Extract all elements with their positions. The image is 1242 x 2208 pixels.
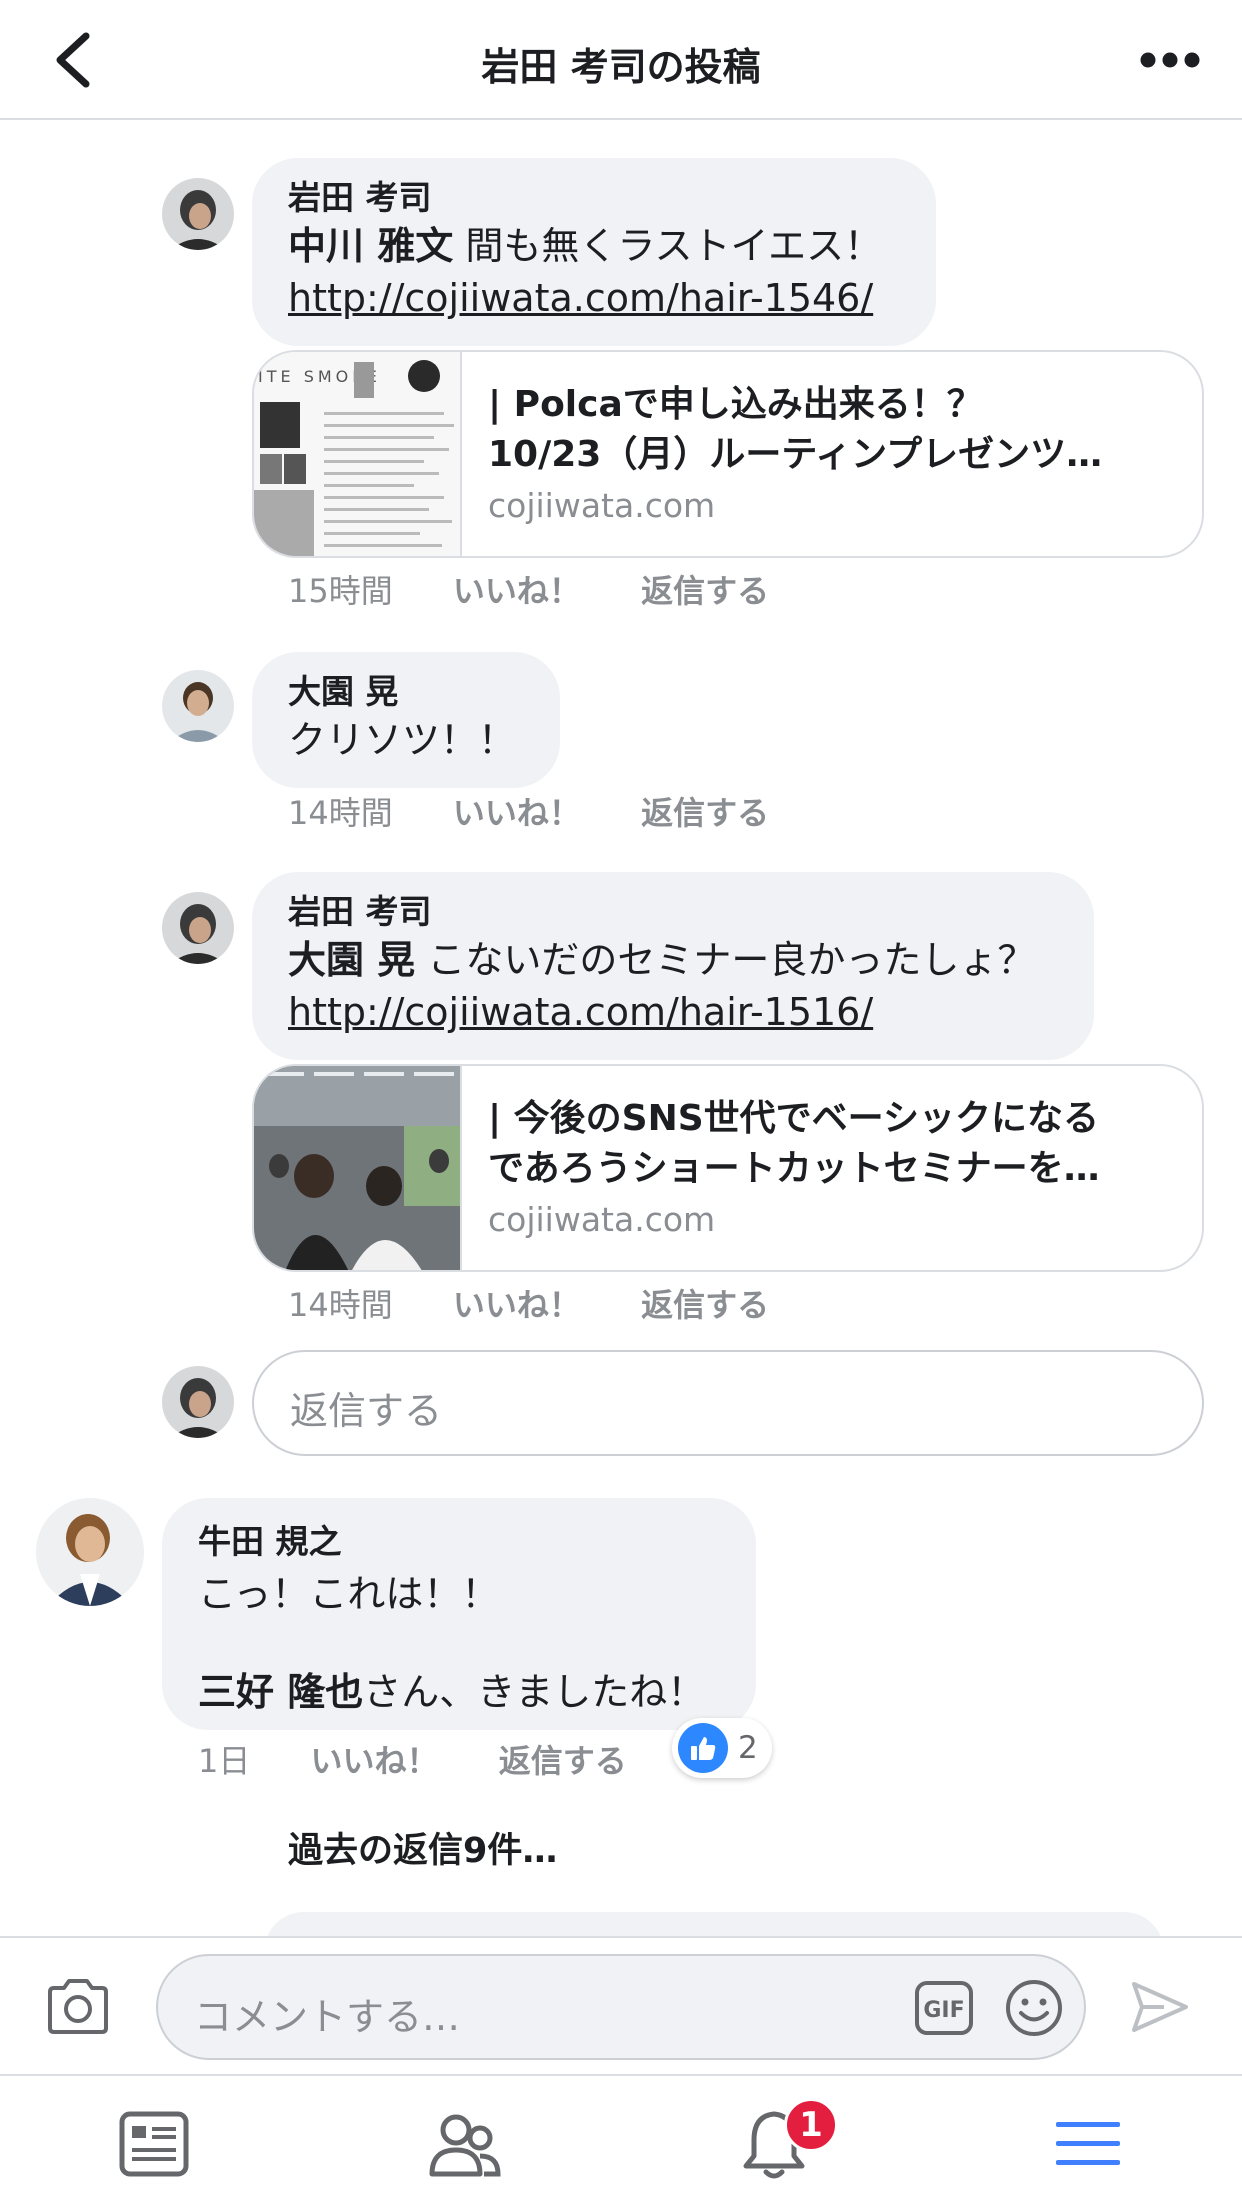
reply-url-link[interactable]: http://cojiiwata.com/hair-1516/	[288, 986, 1058, 1038]
reply-button[interactable]: 返信する	[499, 1736, 627, 1782]
timestamp: 14時間	[288, 794, 393, 832]
news-feed-tab-icon[interactable]	[114, 2104, 194, 2184]
reply-button[interactable]: 返信する	[641, 1280, 769, 1326]
comment-author[interactable]: 牛田 規之	[198, 1520, 720, 1564]
reply-author[interactable]: 岩田 考司	[288, 890, 1058, 934]
current-user-avatar	[162, 1366, 234, 1438]
like-button[interactable]: いいね！	[311, 1736, 439, 1782]
like-button[interactable]: いいね！	[453, 788, 581, 834]
reply-url-link[interactable]: http://cojiiwata.com/hair-1546/	[288, 272, 900, 324]
reply-text: 大園 晃 こないだのセミナー良かったしょ？	[288, 934, 1058, 986]
thumbs-up-icon	[678, 1723, 728, 1773]
timestamp: 14時間	[288, 1286, 393, 1324]
comment-line: 三好 隆也さん、きましたね！	[198, 1666, 720, 1718]
reply-body: クリソツ！！	[288, 718, 517, 762]
comment-thread: 岩田 考司 中川 雅文 間も無くラストイエス！ http://cojiiwata…	[0, 122, 1242, 1938]
emoji-icon[interactable]	[1004, 1978, 1064, 2038]
notification-badge: 1	[784, 2098, 838, 2152]
link-title: | Polcaで申し込み出来る！？ 10/23（月）ルーティンプレゼンツ…	[488, 380, 1162, 480]
gif-label: GIF	[923, 1998, 964, 2023]
reaction-summary[interactable]: 2	[672, 1718, 772, 1778]
reply-text: 中川 雅文 間も無くラストイエス！	[288, 220, 900, 272]
reply-meta: 14時間 いいね！ 返信する	[288, 1280, 769, 1326]
avatar-iwata[interactable]	[162, 178, 234, 250]
reply-bubble[interactable]: 岩田 考司 大園 晃 こないだのセミナー良かったしょ？ http://cojii…	[252, 872, 1094, 1060]
comment-input[interactable]: コメントする… GIF	[156, 1954, 1086, 2060]
reply-meta: 14時間 いいね！ 返信する	[288, 788, 769, 834]
link-preview-card[interactable]: ITE SMOKE | Polcaで申し込み出来る！？ 10/23（月）ルーティ…	[252, 350, 1204, 558]
link-domain: cojiiwata.com	[488, 1200, 716, 1239]
like-button[interactable]: いいね！	[453, 1280, 581, 1326]
link-title-line: であろうショートカットセミナーを…	[488, 1148, 1100, 1189]
reply-body: こないだのセミナー良かったしょ？	[415, 938, 1036, 982]
reply-author[interactable]: 大園 晃	[288, 670, 524, 714]
comment-body: さん、きましたね！	[363, 1670, 706, 1714]
reply-input-placeholder: 返信する	[290, 1389, 443, 1433]
mention-link[interactable]: 中川 雅文	[288, 224, 453, 268]
friends-tab-icon[interactable]	[424, 2104, 504, 2184]
menu-tab-icon[interactable]	[1048, 2104, 1128, 2184]
more-options-icon[interactable]	[1138, 50, 1202, 70]
mention-link[interactable]: 大園 晃	[288, 938, 415, 982]
send-icon[interactable]	[1130, 1978, 1190, 2036]
reply-author[interactable]: 岩田 考司	[288, 176, 900, 220]
link-thumbnail: ITE SMOKE	[254, 352, 462, 556]
next-reply-bubble	[264, 1912, 1164, 1938]
avatar-ozono[interactable]	[162, 670, 234, 742]
link-title-line: 10/23（月）ルーティンプレゼンツ…	[488, 434, 1103, 475]
comment-input-placeholder: コメントする…	[194, 1995, 461, 2039]
reply-meta: 15時間 いいね！ 返信する	[288, 566, 769, 612]
bottom-tab-bar	[0, 2074, 1242, 2208]
avatar-ushida[interactable]	[36, 1498, 144, 1606]
comment-line: こっ！これは！！	[198, 1572, 500, 1616]
comment-bubble[interactable]: 牛田 規之 こっ！これは！！ 三好 隆也さん、きましたね！	[162, 1498, 756, 1730]
link-thumbnail	[254, 1066, 462, 1270]
link-title-line: | 今後のSNS世代でベーシックになる	[488, 1098, 1099, 1139]
avatar-iwata[interactable]	[162, 892, 234, 964]
mention-link[interactable]: 三好 隆也	[198, 1670, 363, 1714]
reply-button[interactable]: 返信する	[641, 566, 769, 612]
reply-bubble[interactable]: 岩田 考司 中川 雅文 間も無くラストイエス！ http://cojiiwata…	[252, 158, 936, 346]
link-preview-card[interactable]: | 今後のSNS世代でベーシックになる であろうショートカットセミナーを… co…	[252, 1064, 1204, 1272]
gif-icon[interactable]: GIF	[914, 1980, 974, 2036]
comment-meta: 1日 いいね！ 返信する	[198, 1736, 627, 1782]
camera-icon[interactable]	[44, 1976, 112, 2038]
like-button[interactable]: いいね！	[453, 566, 581, 612]
link-domain: cojiiwata.com	[488, 486, 716, 525]
timestamp: 15時間	[288, 572, 393, 610]
timestamp: 1日	[198, 1742, 251, 1780]
link-title-line: | Polcaで申し込み出来る！？	[488, 384, 983, 425]
reaction-count: 2	[738, 1730, 758, 1766]
page-title: 岩田 考司の投稿	[481, 45, 761, 89]
top-nav-bar: 岩田 考司の投稿	[0, 0, 1242, 120]
reply-body: 間も無くラストイエス！	[453, 224, 883, 268]
reply-bubble[interactable]: 大園 晃 クリソツ！！	[252, 652, 560, 788]
view-previous-replies-link[interactable]: 過去の返信9件…	[288, 1822, 557, 1873]
reply-input[interactable]: 返信する	[252, 1350, 1204, 1456]
link-title: | 今後のSNS世代でベーシックになる であろうショートカットセミナーを…	[488, 1094, 1162, 1194]
comment-composer: コメントする… GIF	[0, 1936, 1242, 2074]
reply-button[interactable]: 返信する	[641, 788, 769, 834]
